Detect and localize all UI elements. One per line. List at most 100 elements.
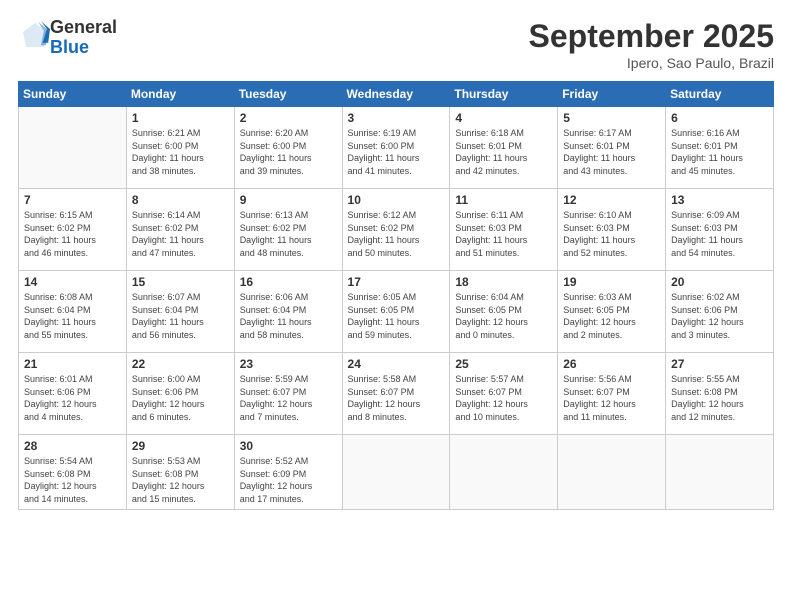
calendar-cell-w4-d1: 21 Sunrise: 6:01 AMSunset: 6:06 PMDayligh… — [19, 353, 127, 435]
logo-icon — [20, 20, 50, 50]
header-tuesday: Tuesday — [234, 82, 342, 107]
calendar-cell-w4-d4: 24 Sunrise: 5:58 AMSunset: 6:07 PMDayligh… — [342, 353, 450, 435]
header-sunday: Sunday — [19, 82, 127, 107]
calendar-cell-w3-d5: 18Sunrise: 6:04 AMSunset: 6:05 PMDayligh… — [450, 271, 558, 353]
day-info-2: Sunrise: 6:20 AMSunset: 6:00 PMDaylight:… — [240, 127, 337, 177]
day-info-8: Sunrise: 6:14 AMSunset: 6:02 PMDaylight:… — [132, 209, 229, 259]
day-number-12: 12 — [563, 193, 660, 207]
day-number-23: 23 — [240, 357, 337, 371]
day-number-2: 2 — [240, 111, 337, 125]
calendar-cell-w2-d7: 13Sunrise: 6:09 AMSunset: 6:03 PMDayligh… — [666, 189, 774, 271]
month-title: September 2025 — [529, 18, 774, 55]
calendar-cell-w3-d6: 19 Sunrise: 6:03 AMSunset: 6:05 PMDayligh… — [558, 271, 666, 353]
day-info-16: Sunrise: 6:06 AMSunset: 6:04 PMDaylight:… — [240, 291, 337, 341]
calendar-cell-w5-d6 — [558, 435, 666, 510]
day-number-27: 27 — [671, 357, 768, 371]
day-number-4: 4 — [455, 111, 552, 125]
day-info-14: Sunrise: 6:08 AMSunset: 6:04 PMDaylight:… — [24, 291, 121, 341]
location-title: Ipero, Sao Paulo, Brazil — [529, 55, 774, 71]
calendar-cell-w1-d4: 3 Sunrise: 6:19 AMSunset: 6:00 PMDaylight… — [342, 107, 450, 189]
day-info-3: Sunrise: 6:19 AMSunset: 6:00 PMDaylight:… — [348, 127, 445, 177]
day-info-17: Sunrise: 6:05 AMSunset: 6:05 PMDaylight:… — [348, 291, 445, 341]
day-info-5: Sunrise: 6:17 AMSunset: 6:01 PMDaylight:… — [563, 127, 660, 177]
calendar-cell-w3-d1: 14 Sunrise: 6:08 AMSunset: 6:04 PMDayligh… — [19, 271, 127, 353]
header-thursday: Thursday — [450, 82, 558, 107]
calendar-cell-w1-d2: 1 Sunrise: 6:21 AMSunset: 6:00 PMDaylight… — [126, 107, 234, 189]
calendar-cell-w3-d7: 20 Sunrise: 6:02 AMSunset: 6:06 PMDayligh… — [666, 271, 774, 353]
calendar-cell-w4-d5: 25 Sunrise: 5:57 AMSunset: 6:07 PMDayligh… — [450, 353, 558, 435]
calendar-week-3: 14 Sunrise: 6:08 AMSunset: 6:04 PMDayligh… — [19, 271, 774, 353]
day-number-19: 19 — [563, 275, 660, 289]
calendar-cell-w5-d2: 29 Sunrise: 5:53 AMSunset: 6:08 PMDayligh… — [126, 435, 234, 510]
header-monday: Monday — [126, 82, 234, 107]
day-number-6: 6 — [671, 111, 768, 125]
calendar-cell-w2-d3: 9 Sunrise: 6:13 AMSunset: 6:02 PMDaylight… — [234, 189, 342, 271]
calendar-cell-w3-d3: 16 Sunrise: 6:06 AMSunset: 6:04 PMDayligh… — [234, 271, 342, 353]
day-info-25: Sunrise: 5:57 AMSunset: 6:07 PMDaylight:… — [455, 373, 552, 423]
calendar-cell-w5-d1: 28Sunrise: 5:54 AMSunset: 6:08 PMDayligh… — [19, 435, 127, 510]
day-info-7: Sunrise: 6:15 AMSunset: 6:02 PMDaylight:… — [24, 209, 121, 259]
day-info-19: Sunrise: 6:03 AMSunset: 6:05 PMDaylight:… — [563, 291, 660, 341]
day-info-1: Sunrise: 6:21 AMSunset: 6:00 PMDaylight:… — [132, 127, 229, 177]
day-info-15: Sunrise: 6:07 AMSunset: 6:04 PMDaylight:… — [132, 291, 229, 341]
day-number-3: 3 — [348, 111, 445, 125]
day-number-14: 14 — [24, 275, 121, 289]
calendar-cell-w2-d6: 12Sunrise: 6:10 AMSunset: 6:03 PMDayligh… — [558, 189, 666, 271]
day-number-5: 5 — [563, 111, 660, 125]
day-number-26: 26 — [563, 357, 660, 371]
day-info-23: Sunrise: 5:59 AMSunset: 6:07 PMDaylight:… — [240, 373, 337, 423]
calendar-week-5: 28Sunrise: 5:54 AMSunset: 6:08 PMDayligh… — [19, 435, 774, 510]
day-number-25: 25 — [455, 357, 552, 371]
day-info-27: Sunrise: 5:55 AMSunset: 6:08 PMDaylight:… — [671, 373, 768, 423]
header: General Blue September 2025 Ipero, Sao P… — [18, 18, 774, 71]
calendar-cell-w2-d5: 11 Sunrise: 6:11 AMSunset: 6:03 PMDayligh… — [450, 189, 558, 271]
day-number-11: 11 — [455, 193, 552, 207]
day-number-30: 30 — [240, 439, 337, 453]
calendar-cell-w1-d3: 2 Sunrise: 6:20 AMSunset: 6:00 PMDaylight… — [234, 107, 342, 189]
day-number-22: 22 — [132, 357, 229, 371]
title-area: September 2025 Ipero, Sao Paulo, Brazil — [529, 18, 774, 71]
day-info-21: Sunrise: 6:01 AMSunset: 6:06 PMDaylight:… — [24, 373, 121, 423]
calendar-cell-w1-d1 — [19, 107, 127, 189]
calendar-cell-w4-d2: 22Sunrise: 6:00 AMSunset: 6:06 PMDayligh… — [126, 353, 234, 435]
day-number-9: 9 — [240, 193, 337, 207]
day-info-26: Sunrise: 5:56 AMSunset: 6:07 PMDaylight:… — [563, 373, 660, 423]
day-info-4: Sunrise: 6:18 AMSunset: 6:01 PMDaylight:… — [455, 127, 552, 177]
day-info-13: Sunrise: 6:09 AMSunset: 6:03 PMDaylight:… — [671, 209, 768, 259]
calendar-cell-w1-d6: 5 Sunrise: 6:17 AMSunset: 6:01 PMDaylight… — [558, 107, 666, 189]
day-info-9: Sunrise: 6:13 AMSunset: 6:02 PMDaylight:… — [240, 209, 337, 259]
day-number-29: 29 — [132, 439, 229, 453]
day-info-29: Sunrise: 5:53 AMSunset: 6:08 PMDaylight:… — [132, 455, 229, 505]
calendar-cell-w5-d3: 30Sunrise: 5:52 AMSunset: 6:09 PMDayligh… — [234, 435, 342, 510]
calendar-week-1: 1 Sunrise: 6:21 AMSunset: 6:00 PMDaylight… — [19, 107, 774, 189]
header-wednesday: Wednesday — [342, 82, 450, 107]
calendar-cell-w3-d4: 17Sunrise: 6:05 AMSunset: 6:05 PMDayligh… — [342, 271, 450, 353]
day-number-20: 20 — [671, 275, 768, 289]
calendar-cell-w3-d2: 15 Sunrise: 6:07 AMSunset: 6:04 PMDayligh… — [126, 271, 234, 353]
calendar-cell-w2-d1: 7 Sunrise: 6:15 AMSunset: 6:02 PMDaylight… — [19, 189, 127, 271]
day-info-10: Sunrise: 6:12 AMSunset: 6:02 PMDaylight:… — [348, 209, 445, 259]
header-saturday: Saturday — [666, 82, 774, 107]
logo-text-blue: Blue — [50, 38, 117, 58]
page: General Blue September 2025 Ipero, Sao P… — [0, 0, 792, 612]
calendar-cell-w4-d6: 26 Sunrise: 5:56 AMSunset: 6:07 PMDayligh… — [558, 353, 666, 435]
header-friday: Friday — [558, 82, 666, 107]
calendar-cell-w1-d5: 4 Sunrise: 6:18 AMSunset: 6:01 PMDaylight… — [450, 107, 558, 189]
calendar-cell-w1-d7: 6 Sunrise: 6:16 AMSunset: 6:01 PMDaylight… — [666, 107, 774, 189]
day-number-16: 16 — [240, 275, 337, 289]
day-number-21: 21 — [24, 357, 121, 371]
day-number-28: 28 — [24, 439, 121, 453]
day-number-7: 7 — [24, 193, 121, 207]
day-number-1: 1 — [132, 111, 229, 125]
day-info-11: Sunrise: 6:11 AMSunset: 6:03 PMDaylight:… — [455, 209, 552, 259]
logo-text-general: General — [50, 18, 117, 38]
logo: General Blue — [18, 18, 117, 58]
day-info-6: Sunrise: 6:16 AMSunset: 6:01 PMDaylight:… — [671, 127, 768, 177]
day-number-18: 18 — [455, 275, 552, 289]
day-number-15: 15 — [132, 275, 229, 289]
day-info-24: Sunrise: 5:58 AMSunset: 6:07 PMDaylight:… — [348, 373, 445, 423]
day-number-24: 24 — [348, 357, 445, 371]
day-info-20: Sunrise: 6:02 AMSunset: 6:06 PMDaylight:… — [671, 291, 768, 341]
calendar-cell-w5-d7 — [666, 435, 774, 510]
calendar-cell-w4-d7: 27 Sunrise: 5:55 AMSunset: 6:08 PMDayligh… — [666, 353, 774, 435]
